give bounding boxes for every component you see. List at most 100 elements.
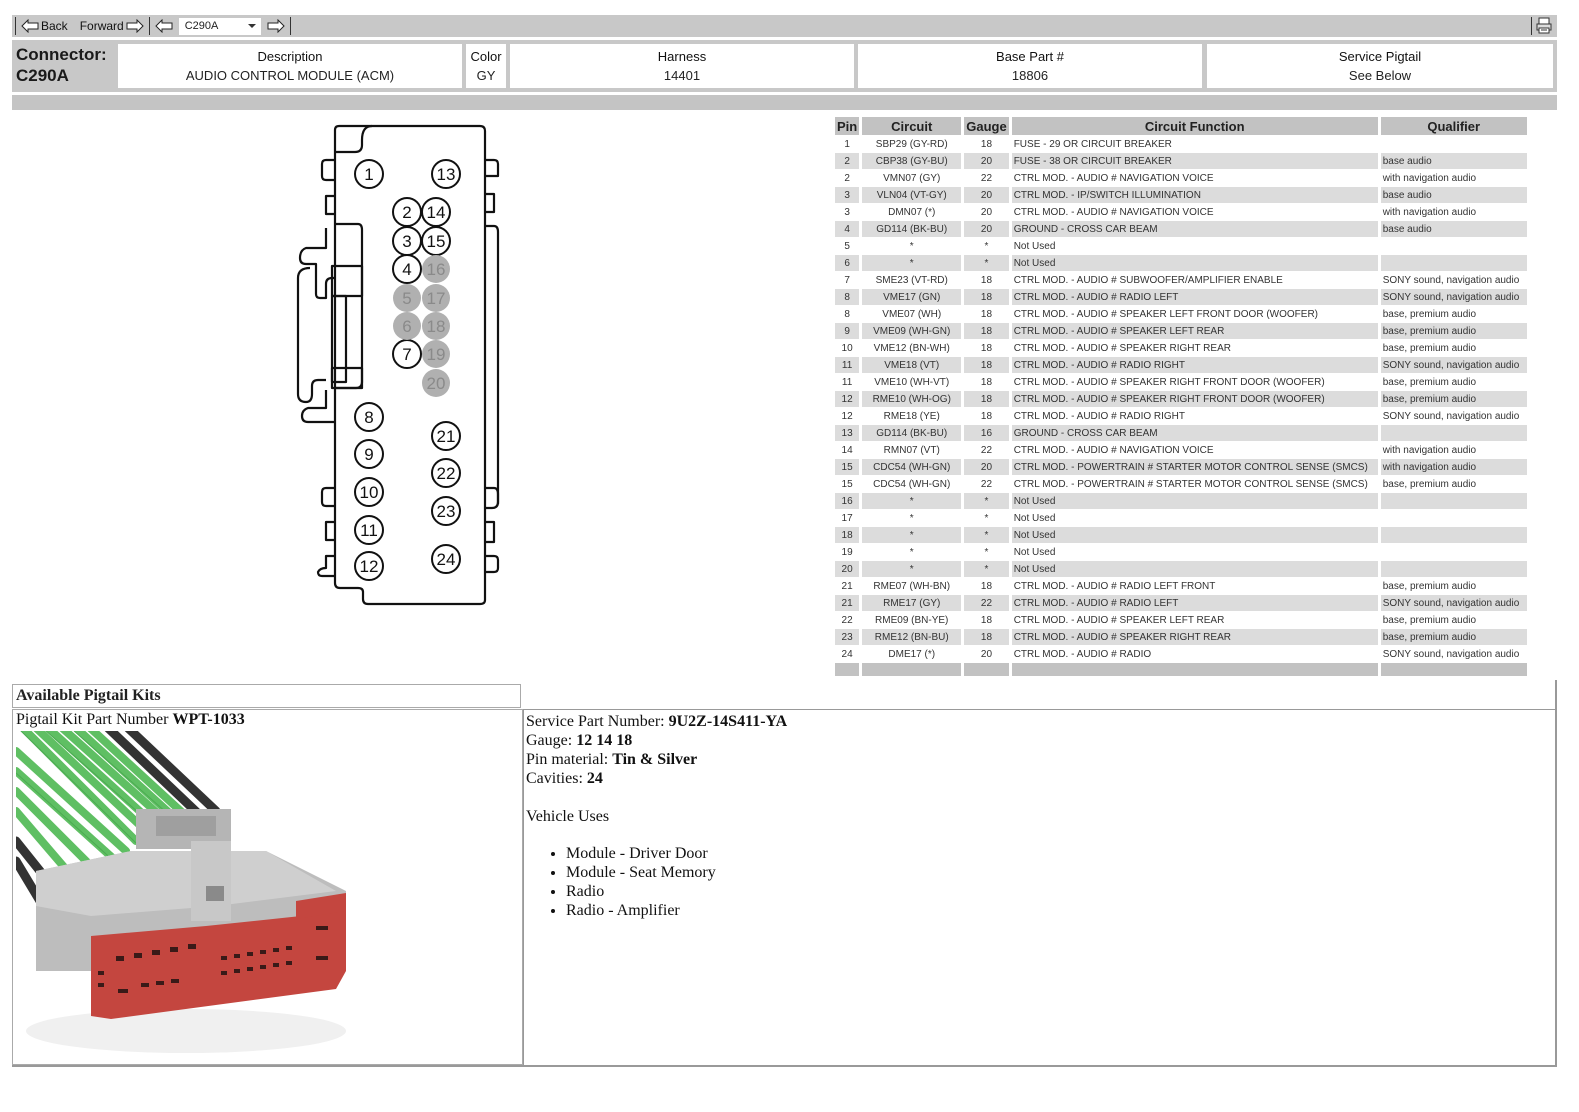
qualifier-cell: SONY sound, navigation audio: [1380, 289, 1527, 305]
gauge-cell: 20: [964, 221, 1009, 237]
pin-cavity: 7: [392, 339, 422, 369]
gauge-cell: *: [984, 512, 989, 524]
table-row: 18 * * Not Used: [835, 527, 1527, 543]
function-cell: CTRL MOD. - AUDIO # RADIO: [1013, 648, 1152, 660]
table-row: 14 RMN07 (VT) 22 CTRL MOD. - AUDIO # NAVIGA…: [835, 442, 1527, 458]
service-pigtail-value[interactable]: See Below: [1207, 68, 1553, 83]
base-part-cell: Base Part # 18806: [858, 44, 1202, 88]
pin-cell: 21: [835, 595, 860, 611]
function-cell: Not Used: [1011, 493, 1378, 509]
footer-cell: [1011, 663, 1378, 676]
qualifier-cell: base, premium audio: [1382, 376, 1477, 388]
qualifier-cell: [1380, 255, 1527, 271]
pin-cavity: 11: [354, 515, 384, 545]
circuit-cell: VMN07 (GY): [883, 172, 941, 184]
forward-label: Forward: [79, 19, 124, 33]
pin-number-label: 2: [402, 203, 411, 222]
pin-number-label: 18: [427, 317, 446, 336]
table-row: 1 SBP29 (GY-RD) 18 FUSE - 29 OR CIRCUIT BRE…: [835, 136, 1527, 152]
circuit-cell: SBP29 (GY-RD): [875, 138, 948, 150]
function-cell: CTRL MOD. - AUDIO # NAVIGATION VOICE: [1013, 444, 1214, 456]
pigtail-kit-cell: Pigtail Kit Part Number WPT-1033: [12, 709, 523, 1065]
qualifier-cell: base audio: [1380, 187, 1527, 203]
service-part-number-value: 9U2Z-14S411-YA: [668, 713, 788, 730]
connector-id: C290A: [16, 66, 69, 85]
table-row: 8 VME17 (GN) 18 CTRL MOD. - AUDIO # RADIO L…: [835, 289, 1527, 305]
pin-cavity: 9: [354, 439, 384, 469]
footer-cell: [1380, 663, 1527, 676]
pin-number-label: 3: [402, 232, 411, 251]
qualifier-cell: SONY sound, navigation audio: [1382, 274, 1520, 286]
function-cell: CTRL MOD. - AUDIO # SPEAKER RIGHT REAR: [1011, 629, 1378, 645]
circuit-cell: RME12 (BN-BU): [862, 629, 962, 645]
qualifier-cell: [1381, 544, 1527, 560]
base-part-title: Base Part #: [996, 49, 1064, 64]
printer-icon[interactable]: [1535, 16, 1553, 34]
gauge-cell: *: [964, 561, 1009, 577]
circuit-cell: CBP38 (GY-BU): [862, 153, 962, 169]
function-cell: Not Used: [1013, 512, 1056, 524]
description-title: Description: [257, 49, 323, 64]
circuit-cell: CDC54 (WH-GN): [873, 478, 951, 490]
left-arrow-icon: [21, 19, 39, 33]
pin-cell: 2: [835, 153, 860, 169]
previous-connector-button[interactable]: [153, 19, 175, 33]
function-cell: CTRL MOD. - AUDIO # SPEAKER LEFT REAR: [1013, 614, 1225, 626]
circuit-cell: *: [909, 546, 914, 558]
pin-cell: 17: [841, 512, 853, 524]
table-row: 7 SME23 (VT-RD) 18 CTRL MOD. - AUDIO # SUBW…: [835, 272, 1527, 288]
toolbar-divider: [1531, 17, 1532, 35]
gauge-cell: 18: [980, 614, 993, 626]
vehicle-use-item: Module - Driver Door: [566, 844, 1555, 863]
pigtail-kit-number: WPT-1033: [172, 711, 245, 728]
pin-table: Pin Circuit Gauge Circuit Function Quali…: [832, 116, 1530, 677]
pin-cavity: 24: [431, 544, 461, 574]
pin-number-label: 19: [427, 345, 446, 364]
circuit-cell: VME09 (WH-GN): [862, 323, 962, 339]
back-button[interactable]: Back: [19, 19, 70, 33]
circuit-cell: RME17 (GY): [862, 595, 962, 611]
table-row: 13 GD114 (BK-BU) 16 GROUND - CROSS CAR BEAM: [835, 425, 1527, 441]
function-cell: Not Used: [1013, 240, 1056, 252]
pigtail-kit-line: Pigtail Kit Part Number WPT-1033: [13, 710, 522, 730]
connector-select[interactable]: C290A: [178, 17, 261, 35]
footer-cell: [835, 663, 860, 676]
pin-cell: 18: [835, 527, 860, 543]
col-gauge: Gauge: [964, 117, 1009, 135]
qualifier-cell: [1381, 238, 1527, 254]
next-connector-button[interactable]: [265, 19, 287, 33]
vehicle-use-item: Radio - Amplifier: [566, 901, 1555, 920]
pigtail-connector-photo: [16, 731, 356, 1061]
pin-cavity: 3: [392, 226, 422, 256]
qualifier-cell: with navigation audio: [1382, 206, 1477, 218]
description-value: AUDIO CONTROL MODULE (ACM): [185, 68, 395, 83]
gauge-cell: 20: [964, 187, 1009, 203]
pin-cell: 3: [835, 187, 860, 203]
gauge-cell: 18: [980, 580, 993, 592]
pin-number-label: 5: [402, 289, 411, 308]
qualifier-cell: base, premium audio: [1382, 342, 1477, 354]
gauge-cell: 22: [964, 595, 1009, 611]
function-cell: CTRL MOD. - AUDIO # SPEAKER LEFT REAR: [1011, 323, 1378, 339]
pin-number-label: 6: [402, 317, 411, 336]
gauge-cell: *: [984, 546, 989, 558]
circuit-cell: VME07 (WH): [882, 308, 942, 320]
pin-number-label: 11: [360, 521, 378, 540]
circuit-cell: VME18 (VT): [862, 357, 962, 373]
qualifier-cell: base audio: [1380, 153, 1527, 169]
forward-button[interactable]: Forward: [78, 19, 146, 33]
qualifier-cell: SONY sound, navigation audio: [1382, 410, 1520, 422]
gauge-cell: 20: [964, 459, 1009, 475]
pin-cell: 15: [841, 478, 853, 490]
pin-cell: 15: [835, 459, 860, 475]
pin-cavity: 13: [431, 159, 461, 189]
table-row: 12 RME18 (YE) 18 CTRL MOD. - AUDIO # RADIO …: [835, 408, 1527, 424]
unused-pin-cavity: 16: [422, 255, 450, 283]
qualifier-cell: [1381, 510, 1527, 526]
pin-number-label: 4: [402, 260, 411, 279]
vehicle-use-item: Radio: [566, 882, 1555, 901]
service-pigtail-cell: Service Pigtail See Below: [1207, 44, 1553, 88]
pin-cell: 11: [835, 357, 860, 373]
qualifier-cell: base, premium audio: [1382, 614, 1477, 626]
gauge-cell: 18: [964, 629, 1009, 645]
